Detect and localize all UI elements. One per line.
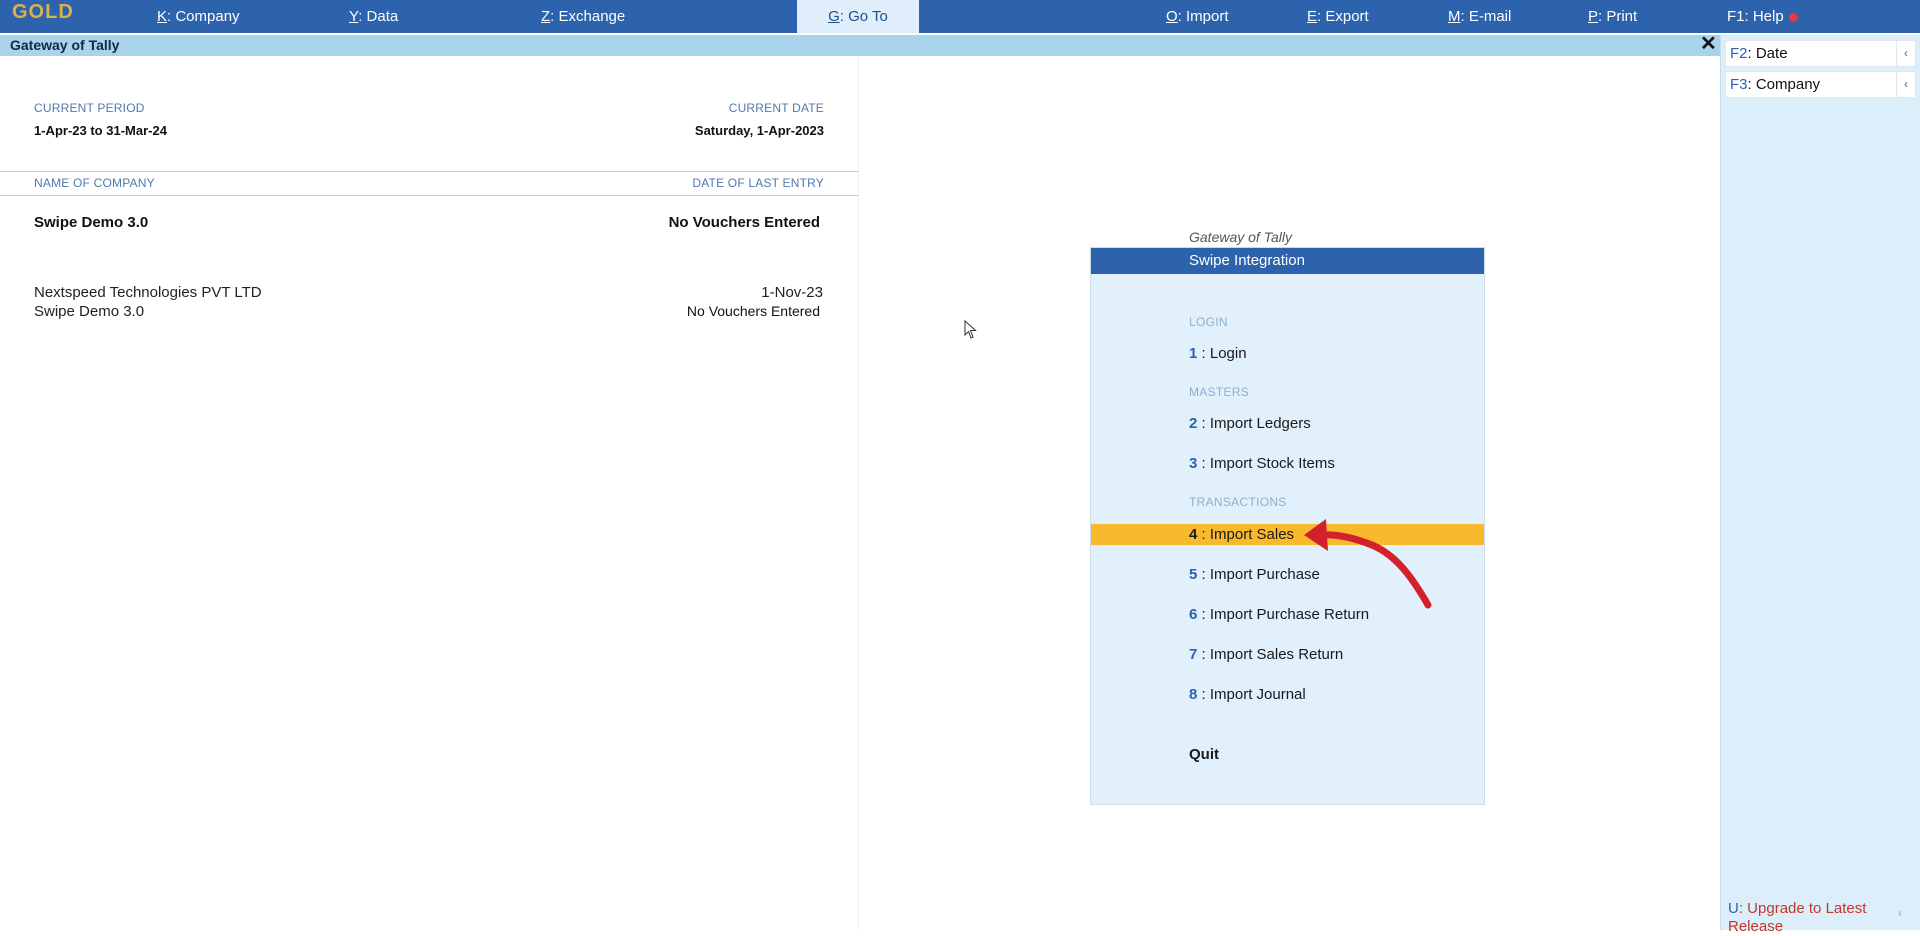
option-login[interactable]: 1 : Login: [1091, 343, 1484, 364]
menu-company[interactable]: K: Company: [157, 0, 240, 33]
right-sidebar: [1720, 35, 1920, 930]
menu-exchange[interactable]: Z: Exchange: [541, 0, 625, 33]
menu-export-label: : Export: [1317, 8, 1369, 25]
upgrade-button[interactable]: U: Upgrade to Latest Release: [1728, 900, 1898, 936]
divider: [0, 171, 858, 172]
brand-gold: GOLD: [12, 1, 74, 23]
current-period-label: CURRENT PERIOD: [34, 101, 145, 115]
menu-help[interactable]: F1: Help: [1727, 0, 1798, 33]
pane-divider: [858, 56, 859, 930]
current-date-value: Saturday, 1-Apr-2023: [694, 123, 824, 138]
menu-goto[interactable]: G: Go To: [797, 0, 919, 33]
company-button-label: : Company: [1747, 76, 1821, 93]
current-period-value: 1-Apr-23 to 31-Mar-24: [34, 123, 167, 138]
menu-import[interactable]: O: Import: [1166, 0, 1229, 33]
menu-goto-label: : Go To: [839, 8, 888, 25]
panel-caption: Gateway of Tally: [1189, 229, 1292, 245]
option-label: : Import Sales Return: [1197, 646, 1344, 663]
menu-data-label: : Data: [358, 8, 399, 25]
chevron-left-icon[interactable]: ‹: [1898, 906, 1902, 920]
section-masters: MASTERS: [1189, 385, 1250, 399]
chevron-left-icon[interactable]: ‹: [1896, 71, 1916, 98]
date-button-label: : Date: [1747, 45, 1788, 62]
menu-data-key: Y: [349, 8, 359, 25]
menu-email-key: M: [1448, 8, 1461, 25]
divider: [0, 195, 858, 196]
menu-exchange-key: Z: [541, 8, 551, 25]
option-import-journal[interactable]: 8 : Import Journal: [1091, 684, 1484, 705]
panel-title: Swipe Integration: [1091, 248, 1484, 274]
menu-help-label: : Help: [1744, 8, 1784, 25]
window-title-bar: Gateway of Tally: [0, 35, 1720, 56]
menu-print-label: : Print: [1598, 8, 1638, 25]
option-quit[interactable]: Quit: [1091, 744, 1484, 765]
menu-print[interactable]: P: Print: [1588, 0, 1637, 33]
sub-company-name: Swipe Demo 3.0: [34, 303, 145, 320]
menu-email-label: : E-mail: [1460, 8, 1512, 25]
upgrade-key: U: [1728, 900, 1739, 917]
option-import-stock-items[interactable]: 3 : Import Stock Items: [1091, 453, 1484, 474]
menu-email[interactable]: M: E-mail: [1448, 0, 1511, 33]
date-button[interactable]: F2: Date: [1725, 40, 1903, 67]
top-menu-bar: GOLD K: Company Y: Data Z: Exchange G: G…: [0, 0, 1920, 33]
company-last-entry: No Vouchers Entered: [668, 214, 820, 231]
window-title: Gateway of Tally: [10, 37, 120, 53]
sub-company-last-entry: No Vouchers Entered: [686, 303, 820, 319]
current-date-label: CURRENT DATE: [728, 101, 824, 115]
menu-import-key: O: [1166, 8, 1178, 25]
menu-import-label: : Import: [1177, 8, 1229, 25]
help-alert-dot-icon: [1788, 12, 1798, 22]
company-name: Swipe Demo 3.0: [34, 214, 149, 231]
section-login: LOGIN: [1189, 315, 1228, 329]
date-of-last-entry-label: DATE OF LAST ENTRY: [692, 176, 824, 190]
section-transactions: TRANSACTIONS: [1189, 495, 1287, 509]
option-label: : Import Sales: [1197, 526, 1295, 543]
menu-help-key: F1: [1727, 8, 1745, 25]
company-button[interactable]: F3: Company: [1725, 71, 1903, 98]
chevron-left-icon[interactable]: ‹: [1896, 40, 1916, 67]
option-import-ledgers[interactable]: 2 : Import Ledgers: [1091, 413, 1484, 434]
option-import-sales-return[interactable]: 7 : Import Sales Return: [1091, 644, 1484, 665]
option-label: : Import Ledgers: [1197, 415, 1311, 432]
company-button-key: F3: [1730, 76, 1748, 93]
option-label: : Login: [1197, 345, 1247, 362]
menu-print-key: P: [1588, 8, 1599, 25]
group-company-name: Nextspeed Technologies PVT LTD: [34, 284, 262, 301]
menu-data[interactable]: Y: Data: [349, 0, 398, 33]
annotation-arrow-icon: [1304, 519, 1432, 609]
option-label: : Import Journal: [1197, 686, 1306, 703]
option-label: : Import Stock Items: [1197, 455, 1335, 472]
name-of-company-label: NAME OF COMPANY: [34, 176, 155, 190]
close-icon[interactable]: ✕: [1700, 34, 1717, 54]
menu-exchange-label: : Exchange: [550, 8, 626, 25]
menu-export-key: E: [1307, 8, 1318, 25]
group-last-entry: 1-Nov-23: [761, 284, 823, 301]
menu-export[interactable]: E: Export: [1307, 0, 1369, 33]
date-button-key: F2: [1730, 45, 1748, 62]
menu-company-key: K: [157, 8, 168, 25]
menu-company-label: : Company: [167, 8, 240, 25]
menu-goto-key: G: [828, 8, 840, 25]
mouse-pointer-icon: [964, 320, 977, 339]
